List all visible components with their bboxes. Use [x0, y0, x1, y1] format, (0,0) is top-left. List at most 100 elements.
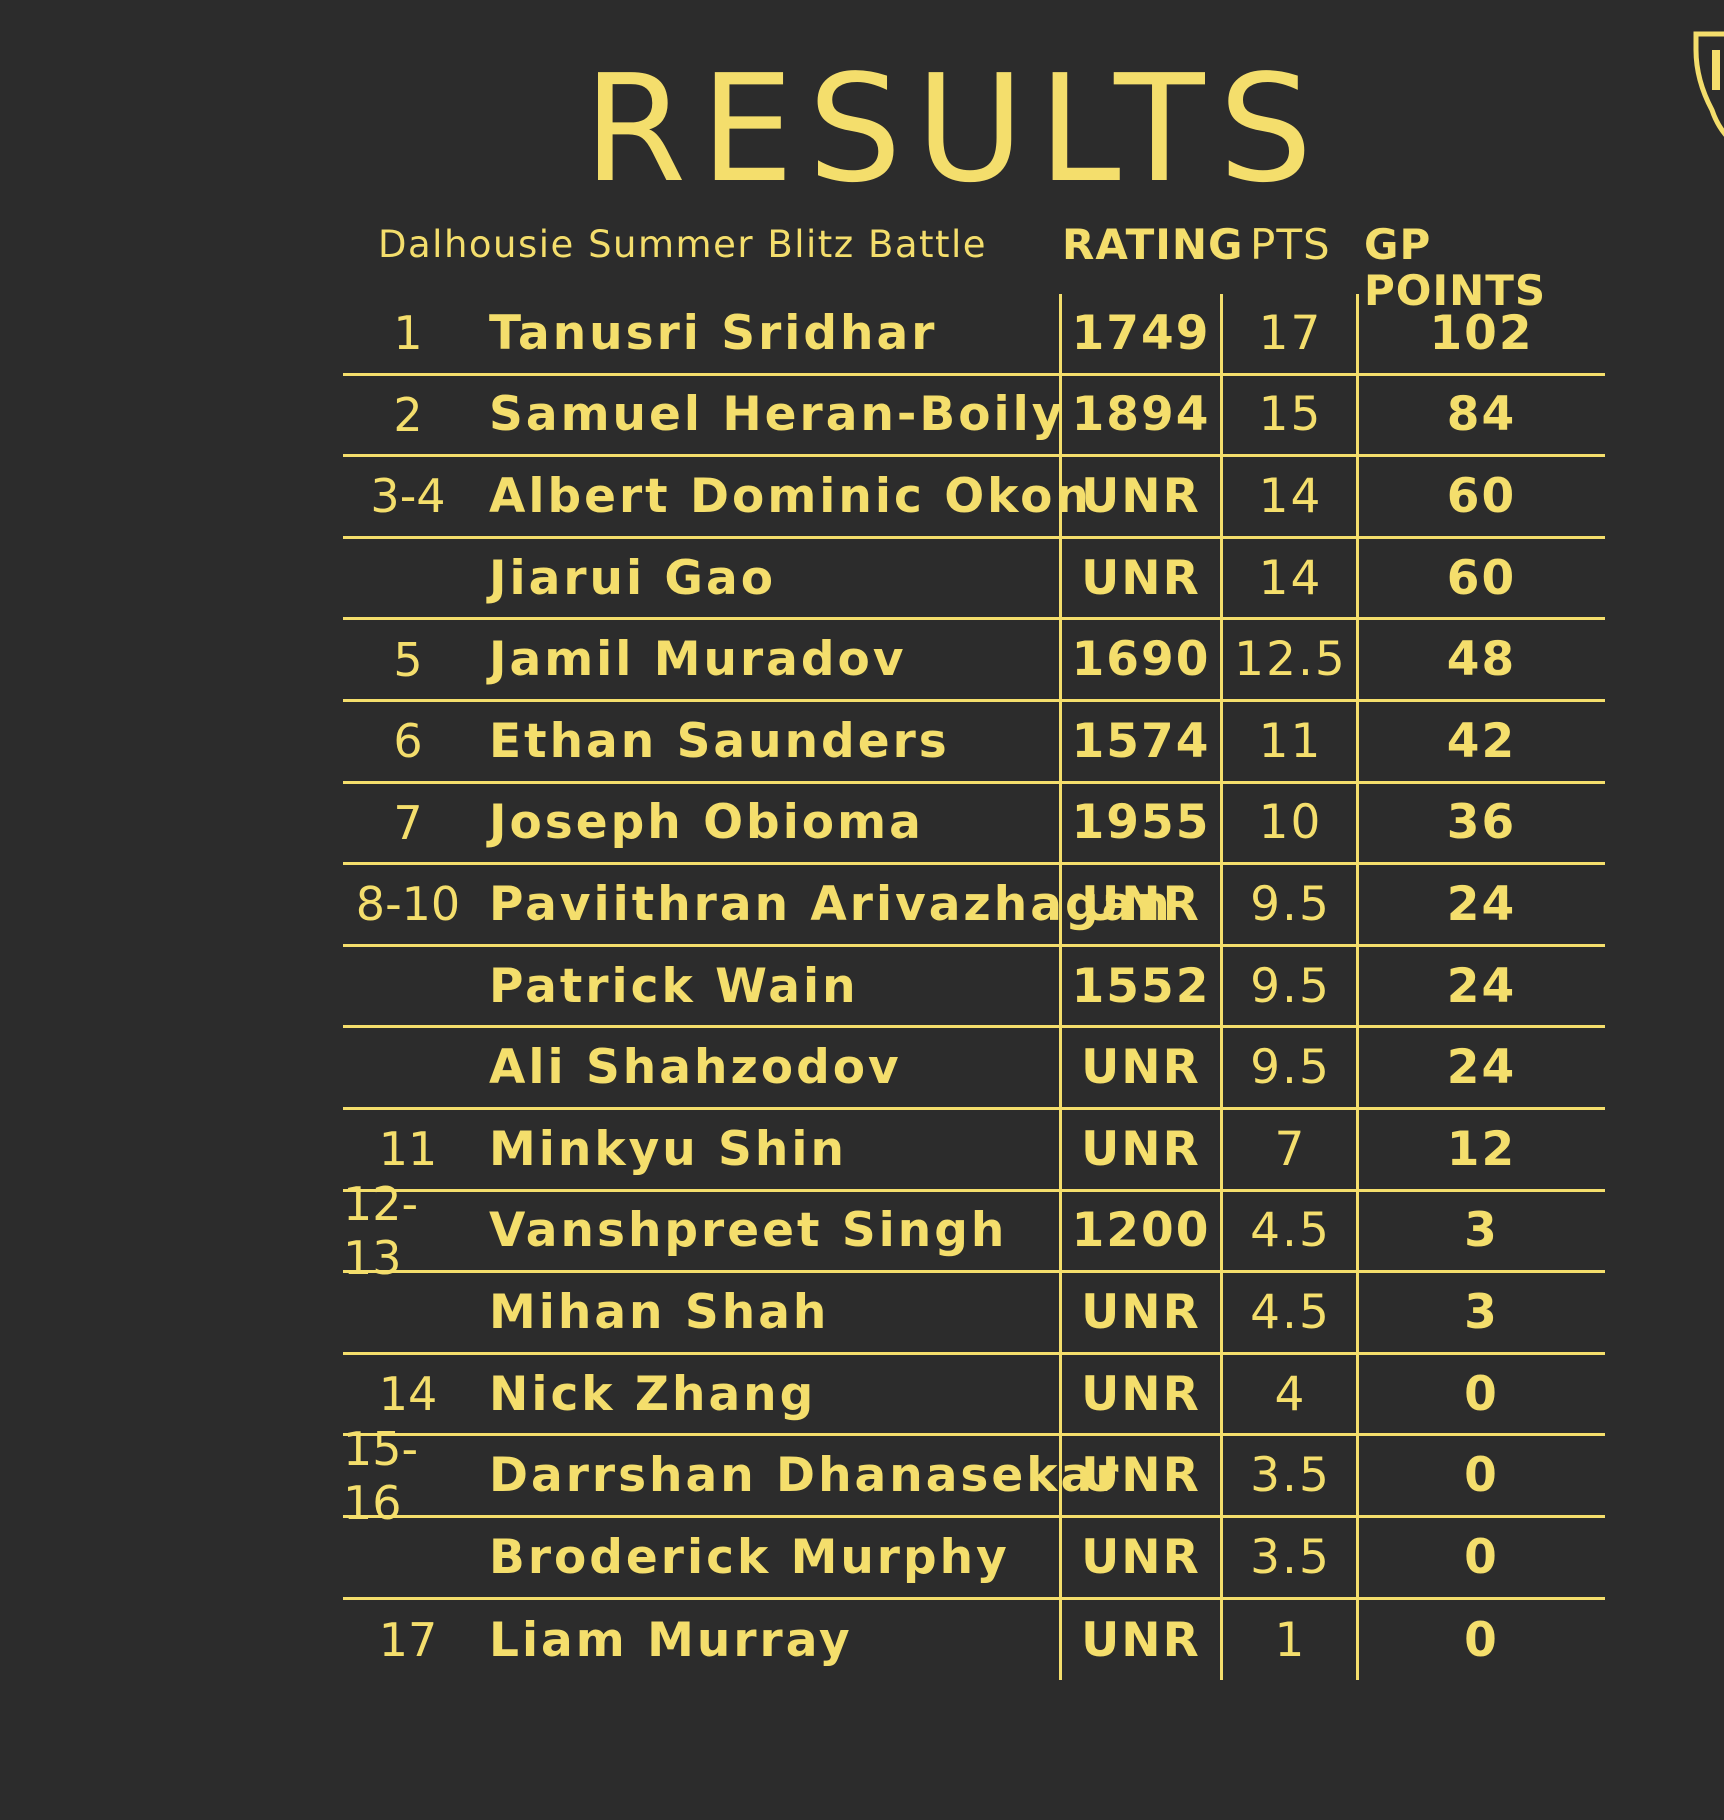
rank-cell: 6	[393, 714, 423, 769]
gp-points-cell: 36	[1446, 795, 1517, 851]
gp-points-cell: 24	[1446, 1040, 1517, 1096]
rating-cell: UNR	[1081, 1448, 1201, 1504]
gp-points-cell: 24	[1446, 876, 1517, 932]
player-name-cell: Nick Zhang	[489, 1366, 817, 1422]
player-name-cell: Ethan Saunders	[489, 713, 950, 769]
gp-points-cell: 42	[1446, 713, 1517, 769]
table-row: 7 Joseph Obioma 1955 10 36	[343, 784, 1605, 866]
column-divider-pts-gp	[1356, 294, 1359, 1680]
player-name-cell: Joseph Obioma	[489, 795, 924, 851]
rating-cell: 1200	[1071, 1203, 1211, 1259]
rank-cell: 2	[393, 387, 423, 442]
pts-cell: 11	[1258, 713, 1323, 769]
rank-cell: 1	[393, 306, 423, 361]
rank-cell: 7	[393, 795, 423, 850]
rating-cell: UNR	[1081, 1366, 1201, 1422]
rank-cell	[343, 1273, 473, 1352]
gp-points-cell: 0	[1464, 1448, 1499, 1504]
player-name-cell: Jamil Muradov	[489, 632, 907, 688]
table-row: Jiarui Gao UNR 14 60	[343, 539, 1605, 621]
rating-cell: 1894	[1071, 387, 1211, 443]
rating-cell: UNR	[1081, 1121, 1201, 1177]
table-row: Broderick Murphy UNR 3.5 0	[343, 1518, 1605, 1600]
rating-cell: 1690	[1071, 632, 1211, 688]
table-row: Ali Shahzodov UNR 9.5 24	[343, 1028, 1605, 1110]
player-name-cell: Tanusri Sridhar	[489, 305, 938, 361]
table-row: 14 Nick Zhang UNR 4 0	[343, 1355, 1605, 1437]
table-row: 12-13 Vanshpreet Singh 1200 4.5 3	[343, 1176, 1605, 1285]
player-name-cell: Vanshpreet Singh	[489, 1203, 1008, 1259]
rank-cell: 17	[378, 1613, 438, 1668]
rank-cell	[343, 1028, 473, 1107]
pts-cell: 3.5	[1250, 1529, 1331, 1585]
rank-cell: 5	[393, 632, 423, 687]
gp-points-cell: 3	[1464, 1284, 1499, 1340]
results-table: 1 Tanusri Sridhar 1749 17 102 2 Samuel Heran-B…	[343, 294, 1605, 1681]
pts-cell: 7	[1274, 1121, 1307, 1177]
gp-points-cell: 24	[1446, 958, 1517, 1014]
player-name-cell: Liam Murray	[489, 1612, 853, 1668]
shield-crest-icon	[1693, 31, 1724, 137]
player-name-cell: Broderick Murphy	[489, 1529, 1010, 1585]
table-row: 1 Tanusri Sridhar 1749 17 102	[343, 294, 1605, 376]
gp-points-cell: 0	[1464, 1366, 1499, 1422]
rating-cell: UNR	[1081, 876, 1201, 932]
column-divider-rating-pts	[1220, 294, 1223, 1680]
rank-cell: 12-13	[343, 1176, 419, 1285]
pts-cell: 9.5	[1250, 958, 1331, 1014]
rank-cell: 15-16	[343, 1421, 419, 1530]
rank-cell: 8-10	[355, 877, 461, 932]
player-name-cell: Mihan Shah	[489, 1284, 830, 1340]
gp-points-cell: 48	[1446, 632, 1517, 688]
rating-cell: UNR	[1081, 550, 1201, 606]
pts-cell: 14	[1258, 468, 1323, 524]
gp-points-cell: 0	[1464, 1529, 1499, 1585]
pts-cell: 3.5	[1250, 1448, 1331, 1504]
rating-cell: UNR	[1081, 468, 1201, 524]
pts-cell: 9.5	[1250, 876, 1331, 932]
pts-cell: 14	[1258, 550, 1323, 606]
table-row: 2 Samuel Heran-Boily 1894 15 84	[343, 376, 1605, 458]
table-row: 15-16 Darrshan Dhanasekar UNR 3.5 0	[343, 1421, 1605, 1530]
gp-points-cell: 0	[1464, 1612, 1499, 1668]
table-row: 3-4 Albert Dominic Okon UNR 14 60	[343, 457, 1605, 539]
pts-cell: 4.5	[1250, 1203, 1331, 1259]
rating-cell: UNR	[1081, 1529, 1201, 1585]
pts-cell: 10	[1258, 795, 1323, 851]
rank-cell	[343, 539, 473, 618]
rank-cell	[343, 947, 473, 1026]
table-row: Patrick Wain 1552 9.5 24	[343, 947, 1605, 1029]
pts-cell: 4.5	[1250, 1284, 1331, 1340]
player-name-cell: Jiarui Gao	[489, 550, 777, 606]
page-title: RESULTS	[583, 43, 1327, 215]
pts-cell: 4	[1274, 1366, 1307, 1422]
table-row: 8-10 Paviithran Arivazhagan UNR 9.5 24	[343, 865, 1605, 947]
player-name-cell: Patrick Wain	[489, 958, 859, 1014]
player-name-cell: Darrshan Dhanasekar	[489, 1448, 1122, 1504]
rank-cell	[343, 1518, 473, 1597]
table-row: 5 Jamil Muradov 1690 12.5 48	[343, 620, 1605, 702]
player-name-cell: Samuel Heran-Boily	[489, 387, 1066, 443]
event-name-header: Dalhousie Summer Blitz Battle	[378, 223, 988, 266]
pts-cell: 9.5	[1250, 1040, 1331, 1096]
pts-cell: 1	[1274, 1612, 1307, 1668]
pts-cell: 15	[1258, 387, 1323, 443]
rating-cell: UNR	[1081, 1040, 1201, 1096]
table-row: 6 Ethan Saunders 1574 11 42	[343, 702, 1605, 784]
gp-points-cell: 60	[1446, 550, 1517, 606]
player-name-cell: Ali Shahzodov	[489, 1040, 902, 1096]
rating-cell: UNR	[1081, 1284, 1201, 1340]
player-name-cell: Paviithran Arivazhagan	[489, 876, 1173, 932]
rating-cell: UNR	[1081, 1612, 1201, 1668]
gp-points-cell: 3	[1464, 1203, 1499, 1259]
pts-cell: 12.5	[1234, 632, 1347, 688]
gp-points-cell: 12	[1446, 1121, 1517, 1177]
player-name-cell: Minkyu Shin	[489, 1121, 847, 1177]
table-row: Mihan Shah UNR 4.5 3	[343, 1273, 1605, 1355]
pts-cell: 17	[1258, 305, 1323, 361]
rating-cell: 1574	[1071, 713, 1211, 769]
gp-points-cell: 102	[1429, 305, 1534, 361]
table-row: 11 Minkyu Shin UNR 7 12	[343, 1110, 1605, 1192]
gp-points-cell: 60	[1446, 468, 1517, 524]
rating-column-header: RATING	[1062, 220, 1244, 269]
